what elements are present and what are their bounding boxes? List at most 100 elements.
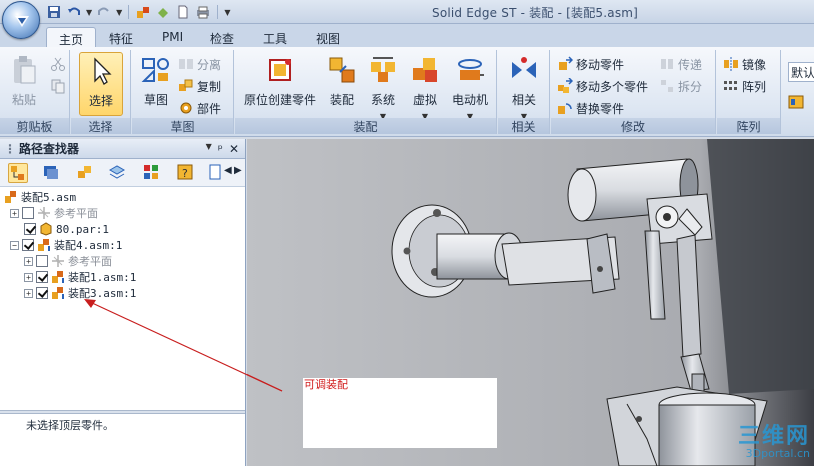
disperse-icon bbox=[661, 80, 673, 92]
tree-node-root[interactable]: 装配5.asm bbox=[4, 189, 76, 205]
move-part-icon bbox=[559, 56, 573, 70]
expand-icon[interactable]: + bbox=[10, 208, 19, 218]
sensors-button[interactable] bbox=[206, 163, 226, 183]
adjustable-assembly-icon bbox=[52, 287, 64, 299]
parts-icon bbox=[78, 166, 91, 178]
application-button[interactable] bbox=[2, 1, 40, 39]
zones-button[interactable] bbox=[142, 163, 162, 183]
assembly-view-button[interactable] bbox=[8, 163, 28, 183]
style-button[interactable] bbox=[788, 92, 804, 112]
tab-home[interactable]: 主页 bbox=[46, 27, 96, 48]
group-modify: 移动零件 移动多个零件 替换零件 传递 拆分 修改 bbox=[551, 50, 716, 134]
display-configs-button[interactable] bbox=[42, 163, 62, 183]
expand-icon[interactable]: + bbox=[24, 272, 33, 282]
tab-tools[interactable]: 工具 bbox=[255, 27, 295, 48]
new-document-icon[interactable] bbox=[175, 4, 191, 20]
assemble-button[interactable]: 装配 bbox=[323, 52, 361, 116]
tab-features[interactable]: 特征 bbox=[101, 27, 141, 48]
undo-dropdown-icon[interactable]: ▼ bbox=[86, 8, 92, 17]
tree-node-part[interactable]: 80.par:1 bbox=[24, 221, 109, 237]
expand-icon[interactable]: + bbox=[24, 256, 33, 266]
assembly-tree-icon bbox=[11, 166, 24, 180]
pathfinder-header: ⋮ 路径查找器 ▼ ᵖ ✕ bbox=[0, 139, 245, 159]
part-icon[interactable] bbox=[155, 4, 171, 20]
tree-node-subassembly[interactable]: + 装配3.asm:1 bbox=[24, 285, 136, 301]
copy-button[interactable]: 复制 bbox=[178, 76, 221, 96]
visibility-checkbox[interactable] bbox=[36, 271, 48, 283]
visibility-checkbox[interactable] bbox=[36, 255, 48, 267]
move-multiple-parts-icon bbox=[558, 78, 573, 93]
system-icon bbox=[371, 57, 395, 82]
tab-pmi[interactable]: PMI bbox=[154, 27, 191, 48]
toolbar-scroll-left-icon[interactable]: ◀ bbox=[224, 165, 232, 176]
expand-icon[interactable]: + bbox=[24, 288, 33, 298]
disperse-button[interactable]: 拆分 bbox=[659, 76, 702, 96]
group-assembly: 原位创建零件 装配 系统 ▼ 虚拟 ▼ 电动机 ▼ 装配 bbox=[235, 50, 497, 134]
pane-menu-icon[interactable]: ▼ bbox=[206, 142, 212, 156]
visibility-checkbox[interactable] bbox=[22, 239, 34, 251]
query-button[interactable]: ? bbox=[176, 163, 196, 183]
sketch-button[interactable]: 草图 bbox=[136, 52, 176, 116]
tree-node-reference-planes[interactable]: + 参考平面 bbox=[10, 205, 98, 221]
undo-icon[interactable] bbox=[66, 4, 82, 20]
pin-icon[interactable]: ᵖ bbox=[218, 142, 223, 156]
paste-icon bbox=[14, 56, 36, 84]
separator bbox=[217, 5, 219, 19]
layers-button[interactable] bbox=[108, 163, 128, 183]
visibility-checkbox[interactable] bbox=[24, 223, 36, 235]
tab-view[interactable]: 视图 bbox=[308, 27, 348, 48]
layers-icon bbox=[108, 165, 126, 179]
system-button[interactable]: 系统 ▼ bbox=[365, 52, 401, 121]
paste-button[interactable]: 粘贴 bbox=[4, 52, 44, 116]
tree-node-subassembly[interactable]: + 装配1.asm:1 bbox=[24, 269, 136, 285]
cut-button[interactable] bbox=[50, 54, 66, 74]
annotation-note-text: 可调装配 bbox=[304, 378, 348, 391]
tree-node-subassembly[interactable]: − 装配4.asm:1 bbox=[10, 237, 122, 253]
style-icon bbox=[788, 95, 804, 109]
copy-clipboard-button[interactable] bbox=[50, 76, 66, 96]
display-configs-icon bbox=[44, 166, 58, 179]
motor-button[interactable]: 电动机 ▼ bbox=[447, 52, 493, 121]
move-multiple-parts-button[interactable]: 移动多个零件 bbox=[557, 76, 648, 96]
close-icon[interactable]: ✕ bbox=[229, 142, 239, 156]
replace-part-button[interactable]: 替换零件 bbox=[557, 98, 624, 118]
pane-splitter[interactable] bbox=[0, 410, 245, 414]
part-button[interactable]: 部件 bbox=[178, 98, 221, 118]
relate-button[interactable]: 相关 ▼ bbox=[504, 52, 544, 121]
sketch-icon bbox=[141, 58, 169, 82]
pathfinder-panel: ⋮ 路径查找器 ▼ ᵖ ✕ ? ◀ ▶ 装配5.asm + 参考平面 80.pa… bbox=[0, 139, 246, 466]
part-gear-icon bbox=[180, 102, 192, 114]
watermark-logo: 三维网 3Dportal.cn bbox=[737, 424, 810, 460]
tree-node-reference-planes[interactable]: + 参考平面 bbox=[24, 253, 112, 269]
transfer-button[interactable]: 传递 bbox=[659, 54, 702, 74]
toolbar-scroll-right-icon[interactable]: ▶ bbox=[234, 165, 242, 176]
redo-dropdown-icon[interactable]: ▼ bbox=[116, 8, 122, 17]
tab-inspect[interactable]: 检查 bbox=[202, 27, 242, 48]
virtual-button[interactable]: 虚拟 ▼ bbox=[407, 52, 443, 121]
group-clipboard: 粘贴 剪贴板 bbox=[0, 50, 70, 134]
move-part-button[interactable]: 移动零件 bbox=[557, 54, 624, 74]
arrow-cursor-icon bbox=[94, 57, 112, 85]
customize-qat-icon[interactable]: ▼ bbox=[224, 8, 230, 17]
mirror-icon bbox=[724, 57, 738, 71]
default-style-select[interactable]: 默认 bbox=[788, 62, 814, 82]
pattern-button[interactable]: 阵列 bbox=[723, 76, 766, 96]
virtual-icon bbox=[413, 58, 437, 82]
select-button[interactable]: 选择 bbox=[79, 52, 123, 116]
group-select: 选择 选择 bbox=[71, 50, 131, 134]
separate-icon bbox=[179, 59, 193, 69]
insitu-create-part-button[interactable]: 原位创建零件 bbox=[239, 52, 321, 116]
parts-button[interactable] bbox=[76, 163, 96, 183]
save-icon[interactable] bbox=[46, 4, 62, 20]
adjustable-assembly-icon bbox=[52, 271, 64, 283]
print-icon[interactable] bbox=[195, 4, 211, 20]
visibility-checkbox[interactable] bbox=[22, 207, 34, 219]
visibility-checkbox[interactable] bbox=[36, 287, 48, 299]
group-pattern: 镜像 阵列 阵列 bbox=[717, 50, 781, 134]
assembly-icon[interactable] bbox=[135, 4, 151, 20]
redo-icon[interactable] bbox=[96, 4, 112, 20]
separate-button[interactable]: 分离 bbox=[178, 54, 221, 74]
mirror-button[interactable]: 镜像 bbox=[723, 54, 766, 74]
part-icon bbox=[40, 222, 52, 236]
collapse-icon[interactable]: − bbox=[10, 240, 19, 250]
